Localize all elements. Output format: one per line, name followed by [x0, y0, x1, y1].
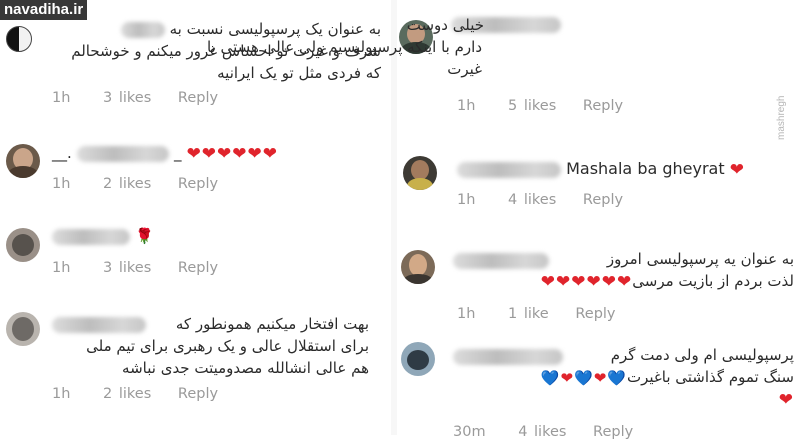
comment-meta: 1h 2 likes Reply — [52, 176, 218, 192]
reply-button[interactable]: Reply — [178, 176, 218, 192]
username-blurred[interactable] — [76, 145, 169, 162]
comment-text-body: دارم با اینکه پرسپولیسیم ولی عالی هستی ب… — [207, 38, 482, 78]
user-avatar[interactable] — [401, 250, 435, 284]
heart-emoji: ❤ — [778, 390, 794, 410]
comment-meta: 1h 2 likes Reply — [52, 386, 218, 402]
comment-time: 30m — [453, 424, 486, 440]
username-area[interactable] — [453, 250, 549, 269]
comment-item: 🌹 1h 3 likes Reply — [0, 204, 391, 288]
blue-heart-icon: 💙 — [607, 368, 627, 387]
likes-link[interactable]: 1 like — [508, 306, 549, 322]
comment-text: به عنوان یه پرسپولیسی امروز لذت بردم از … — [540, 250, 794, 292]
comment-item: __. _ ❤❤❤❤❤❤ 1h 2 likes Reply — [0, 120, 391, 204]
comment-meta: 1h 5 likes Reply — [457, 98, 623, 114]
watermark-logo: navadiha.ir — [0, 0, 88, 20]
likes-link[interactable]: 3 likes — [103, 260, 151, 276]
comment-time: 1h — [52, 176, 71, 192]
reply-button[interactable]: Reply — [583, 98, 623, 114]
comment-meta: 1h 4 likes Reply — [457, 192, 623, 208]
username-blurred — [120, 21, 165, 38]
comment-meta: 30m 4 likes Reply — [453, 424, 633, 440]
user-avatar[interactable] — [6, 312, 40, 346]
user-avatar[interactable] — [401, 342, 435, 376]
comment-time: 1h — [52, 386, 71, 402]
user-avatar[interactable] — [6, 144, 40, 178]
watermark-side: mashregh — [776, 95, 787, 140]
comments-column-right: خیلی دوست دارم با اینکه پرسپولیسیم ولی ع… — [207, 0, 800, 440]
comment-time: 1h — [457, 192, 476, 208]
blue-heart-icon: 💙 — [540, 368, 561, 387]
comment-text: بهت افتخار میکنیم همونطور که برای استقلا… — [86, 315, 369, 377]
likes-link[interactable]: 4 likes — [518, 424, 566, 440]
reply-button[interactable]: Reply — [593, 424, 633, 440]
username-prefix[interactable]: __. — [52, 144, 72, 162]
hearts-emoji: 💙❤💙❤💙 — [541, 367, 627, 389]
reply-button[interactable]: Reply — [178, 260, 218, 276]
likes-link[interactable]: 2 likes — [103, 386, 151, 402]
red-heart-icon: ❤ — [560, 368, 575, 387]
likes-link[interactable]: 2 likes — [103, 176, 151, 192]
rose-emoji: 🌹 — [135, 227, 154, 245]
likes-link[interactable]: 5 likes — [508, 98, 556, 114]
comment-text: خیلی دوست — [406, 16, 484, 34]
comment-item: پرسپولیسی ام ولی دمت گرم سنگ تموم گذاشتی… — [391, 328, 800, 440]
username-blurred[interactable] — [453, 252, 549, 269]
comment-text: پرسپولیسی ام ولی دمت گرم سنگ تموم گذاشتی… — [540, 346, 794, 410]
reply-button[interactable]: Reply — [583, 192, 623, 208]
reply-button[interactable]: Reply — [178, 386, 218, 402]
username-blurred[interactable] — [52, 228, 130, 245]
blue-heart-icon: 💙 — [574, 368, 594, 387]
yin-yang-avatar-icon — [6, 26, 32, 52]
comment-time: 1h — [457, 306, 476, 322]
reply-button[interactable]: Reply — [575, 306, 615, 322]
comment-text: Mashala ba gheyrat — [566, 159, 725, 178]
heart-emoji: ❤ — [729, 159, 745, 180]
hearts-emoji: ❤❤❤❤❤❤ — [540, 271, 633, 292]
username-blurred[interactable] — [457, 161, 561, 178]
comment-meta: 1h 3 likes Reply — [52, 90, 218, 106]
comment-item: به عنوان یه پرسپولیسی امروز لذت بردم از … — [391, 220, 800, 328]
comment-item: Mashala ba gheyrat ❤ 1h 4 likes Reply — [391, 130, 800, 220]
likes-link[interactable]: 3 likes — [103, 90, 151, 106]
comment-time: 1h — [52, 260, 71, 276]
user-avatar[interactable] — [403, 156, 437, 190]
comment-line: __. _ ❤❤❤❤❤❤ — [52, 143, 279, 164]
comment-line: Mashala ba gheyrat ❤ — [457, 159, 745, 180]
red-heart-icon: ❤ — [593, 368, 608, 387]
comment-time: 1h — [457, 98, 476, 114]
comment-time: 1h — [52, 90, 71, 106]
likes-link[interactable]: 4 likes — [508, 192, 556, 208]
comment-item: بهت افتخار میکنیم همونطور که برای استقلا… — [0, 288, 391, 435]
comment-line: 🌹 — [52, 226, 154, 245]
reply-button[interactable]: Reply — [178, 90, 218, 106]
comment-meta: 1h 1 like Reply — [457, 306, 616, 322]
hearts-emoji: ❤❤❤❤❤❤ — [186, 143, 279, 164]
comment-meta: 1h 3 likes Reply — [52, 260, 218, 276]
comment-item: خیلی دوست دارم با اینکه پرسپولیسیم ولی ع… — [207, 0, 800, 130]
user-avatar[interactable] — [6, 228, 40, 262]
